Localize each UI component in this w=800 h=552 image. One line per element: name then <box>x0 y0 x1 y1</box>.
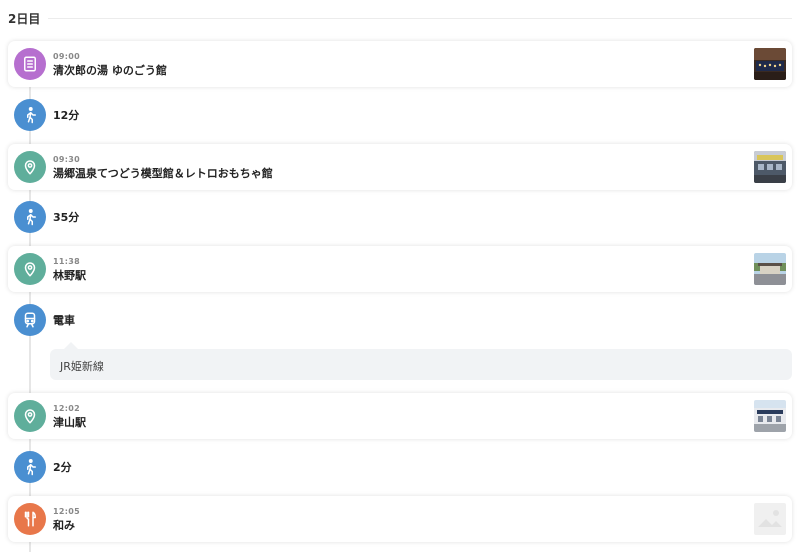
stop-card-hayashino-station[interactable]: 11:38 林野駅 <box>8 246 792 292</box>
walking-icon <box>14 99 46 131</box>
train-line-name: JR姫新線 <box>60 360 104 373</box>
walking-icon <box>14 201 46 233</box>
move-duration: 12分 <box>53 109 80 122</box>
day-divider <box>48 17 792 19</box>
move-mode: 電車 <box>53 314 75 327</box>
stop-card-model-museum[interactable]: 09:30 湯郷温泉てつどう模型館＆レトロおもちゃ館 <box>8 144 792 190</box>
stop-card-yunogokan[interactable]: 09:00 清次郎の湯 ゆのごう館 <box>8 41 792 87</box>
note-pointer <box>64 342 78 349</box>
train-icon <box>14 304 46 336</box>
move-train: 電車 <box>8 304 308 336</box>
day-label: 2日目 <box>8 11 41 26</box>
stop-card-nagomi[interactable]: 12:05 和み <box>8 496 792 542</box>
itinerary-page: 2日目 09:00 清次郎の湯 ゆのごう館 12分 09:30 湯郷温泉てつどう… <box>0 0 800 552</box>
day-header: 2日目 <box>8 9 792 27</box>
fork-knife-icon <box>14 503 46 535</box>
move-walk-2min: 2分 <box>8 451 308 483</box>
building-icon <box>14 48 46 80</box>
map-pin-icon <box>14 400 46 432</box>
move-duration: 2分 <box>53 461 72 474</box>
stop-thumbnail[interactable] <box>754 253 786 285</box>
walking-icon <box>14 451 46 483</box>
move-walk-35min: 35分 <box>8 201 308 233</box>
stop-time: 12:02 <box>53 404 80 413</box>
train-line-note: JR姫新線 <box>50 349 792 380</box>
stop-time: 09:00 <box>53 52 80 61</box>
map-pin-icon <box>14 151 46 183</box>
stop-thumbnail[interactable] <box>754 48 786 80</box>
stop-card-tsuyama-station[interactable]: 12:02 津山駅 <box>8 393 792 439</box>
move-walk-12min: 12分 <box>8 99 308 131</box>
stop-thumbnail-placeholder[interactable] <box>754 503 786 535</box>
stop-time: 12:05 <box>53 507 80 516</box>
stop-name: 和み <box>53 519 75 532</box>
map-pin-icon <box>14 253 46 285</box>
stop-name: 林野駅 <box>53 269 86 282</box>
stop-thumbnail[interactable] <box>754 151 786 183</box>
stop-name: 清次郎の湯 ゆのごう館 <box>53 64 167 77</box>
stop-thumbnail[interactable] <box>754 400 786 432</box>
move-duration: 35分 <box>53 211 80 224</box>
stop-name: 津山駅 <box>53 416 86 429</box>
stop-time: 11:38 <box>53 257 80 266</box>
stop-name: 湯郷温泉てつどう模型館＆レトロおもちゃ館 <box>53 167 273 180</box>
stop-time: 09:30 <box>53 155 80 164</box>
